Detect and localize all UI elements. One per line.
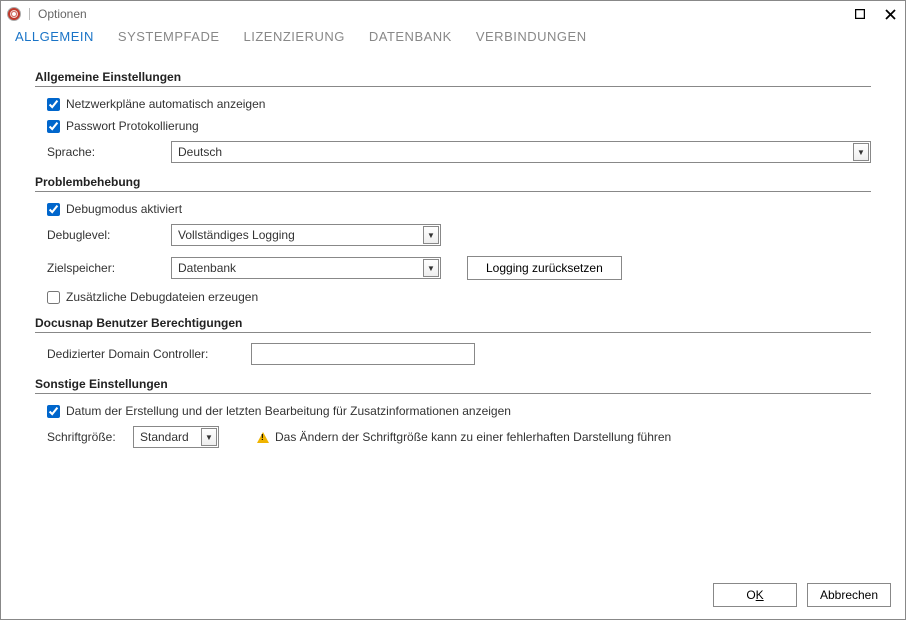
checkbox-network-plans-label: Netzwerkpläne automatisch anzeigen (66, 97, 265, 111)
section-header-perms: Docusnap Benutzer Berechtigungen (35, 316, 871, 333)
fontsize-combo-value: Standard (140, 430, 189, 444)
ok-key: K (756, 588, 764, 602)
app-icon (7, 7, 21, 21)
fontsize-label: Schriftgröße: (47, 430, 133, 444)
tab-allgemein[interactable]: ALLGEMEIN (15, 29, 94, 44)
chevron-down-icon: ▼ (853, 143, 869, 161)
checkbox-extra-debugfiles[interactable] (47, 291, 60, 304)
close-button[interactable] (881, 5, 899, 23)
checkbox-debugmode-label: Debugmodus aktiviert (66, 202, 182, 216)
cancel-button[interactable]: Abbrechen (807, 583, 891, 607)
ok-prefix: O (746, 588, 755, 602)
checkbox-extra-debugfiles-label: Zusätzliche Debugdateien erzeugen (66, 290, 258, 304)
language-combo[interactable]: Deutsch ▼ (171, 141, 871, 163)
debuglevel-combo-value: Vollständiges Logging (178, 228, 295, 242)
tab-bar: ALLGEMEIN SYSTEMPFADE LIZENZIERUNG DATEN… (1, 27, 905, 52)
window-title: Optionen (38, 7, 87, 21)
titlebar: Optionen (1, 1, 905, 27)
section-header-other: Sonstige Einstellungen (35, 377, 871, 394)
tab-lizenzierung[interactable]: LIZENZIERUNG (244, 29, 345, 44)
tab-datenbank[interactable]: DATENBANK (369, 29, 452, 44)
content-area: Allgemeine Einstellungen Netzwerkpläne a… (1, 52, 905, 448)
reset-logging-button[interactable]: Logging zurücksetzen (467, 256, 622, 280)
chevron-down-icon: ▼ (423, 259, 439, 277)
debuglevel-combo[interactable]: Vollständiges Logging ▼ (171, 224, 441, 246)
dc-label: Dedizierter Domain Controller: (47, 347, 251, 361)
maximize-button[interactable] (851, 5, 869, 23)
chevron-down-icon: ▼ (423, 226, 439, 244)
chevron-down-icon: ▼ (201, 428, 217, 446)
tab-verbindungen[interactable]: VERBINDUNGEN (476, 29, 587, 44)
dialog-footer: OK Abbrechen (713, 583, 891, 607)
debuglevel-label: Debuglevel: (47, 228, 171, 242)
targetstorage-label: Zielspeicher: (47, 261, 171, 275)
fontsize-combo[interactable]: Standard ▼ (133, 426, 219, 448)
checkbox-network-plans[interactable] (47, 98, 60, 111)
targetstorage-combo[interactable]: Datenbank ▼ (171, 257, 441, 279)
checkbox-password-logging-label: Passwort Protokollierung (66, 119, 199, 133)
language-label: Sprache: (47, 145, 171, 159)
title-divider (29, 8, 30, 20)
section-header-trouble: Problembehebung (35, 175, 871, 192)
checkbox-password-logging[interactable] (47, 120, 60, 133)
fontsize-warning-text: Das Ändern der Schriftgröße kann zu eine… (275, 430, 671, 444)
targetstorage-combo-value: Datenbank (178, 261, 236, 275)
maximize-icon (855, 9, 865, 19)
dc-input[interactable] (251, 343, 475, 365)
checkbox-debugmode[interactable] (47, 203, 60, 216)
checkbox-show-dates-label: Datum der Erstellung und der letzten Bea… (66, 404, 511, 418)
close-icon (885, 9, 896, 20)
section-header-general: Allgemeine Einstellungen (35, 70, 871, 87)
ok-button[interactable]: OK (713, 583, 797, 607)
warning-icon (257, 432, 269, 443)
tab-systempfade[interactable]: SYSTEMPFADE (118, 29, 220, 44)
checkbox-show-dates[interactable] (47, 405, 60, 418)
language-combo-value: Deutsch (178, 145, 222, 159)
